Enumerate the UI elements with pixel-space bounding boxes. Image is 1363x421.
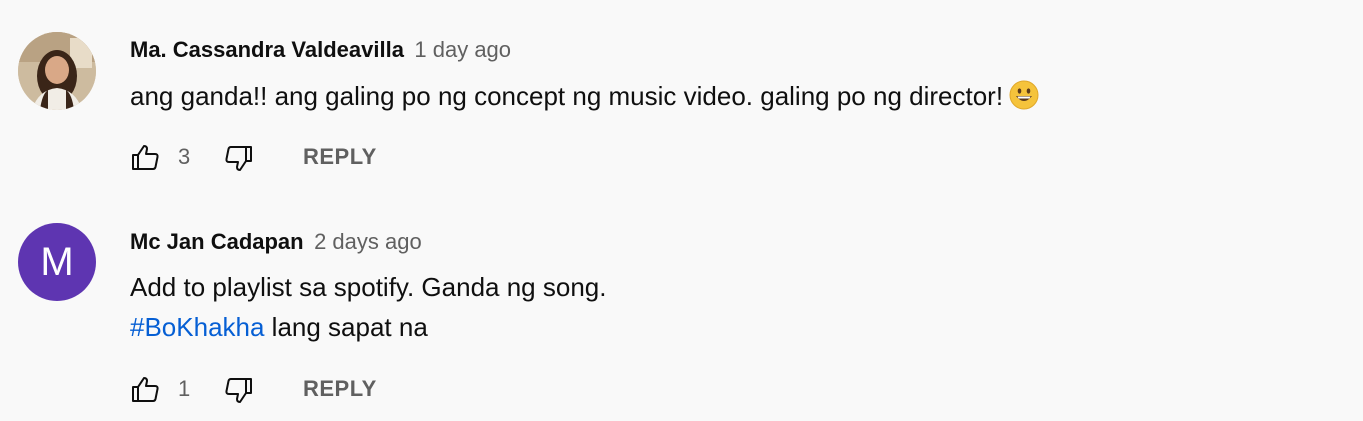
author-name[interactable]: Mc Jan Cadapan xyxy=(130,229,304,254)
reply-button[interactable]: REPLY xyxy=(303,144,377,170)
comment-text: ang ganda!! ang galing po ng concept ng … xyxy=(130,80,1039,112)
author-name[interactable]: Ma. Cassandra Valdeavilla xyxy=(130,37,404,62)
avatar[interactable] xyxy=(18,32,96,110)
comment-text-rest: lang sapat na xyxy=(264,312,428,342)
like-count: 1 xyxy=(178,376,191,401)
like-count: 3 xyxy=(178,144,191,169)
thumbs-up-icon xyxy=(132,377,159,402)
comment-text-content: ang ganda!! ang galing po ng concept ng … xyxy=(130,81,1004,111)
avatar-initial: M xyxy=(40,240,74,284)
dislike-button[interactable] xyxy=(224,376,254,406)
thumbs-up-icon xyxy=(132,145,159,170)
comment-timestamp[interactable]: 2 days ago xyxy=(314,229,422,254)
avatar[interactable]: M xyxy=(18,223,96,301)
comment-header: Ma. Cassandra Valdeavilla 1 day ago xyxy=(130,37,511,63)
comment-text-line-2: #BoKhakha lang sapat na xyxy=(130,312,428,343)
hashtag-link[interactable]: #BoKhakha xyxy=(130,312,264,342)
reply-button[interactable]: REPLY xyxy=(303,376,377,402)
comment-text-content: Add to playlist sa spotify. Ganda ng son… xyxy=(130,272,607,302)
comment-header: Mc Jan Cadapan 2 days ago xyxy=(130,229,422,255)
comment-text-line-1: Add to playlist sa spotify. Ganda ng son… xyxy=(130,272,606,303)
dislike-button[interactable] xyxy=(224,144,254,174)
thumbs-down-icon xyxy=(225,378,252,403)
grinning-face-emoji-icon xyxy=(1009,80,1039,110)
avatar-photo-image xyxy=(18,32,96,110)
thumbs-down-icon xyxy=(225,146,252,171)
like-button[interactable] xyxy=(130,142,160,172)
like-button[interactable] xyxy=(130,374,160,404)
comment-timestamp[interactable]: 1 day ago xyxy=(414,37,511,62)
